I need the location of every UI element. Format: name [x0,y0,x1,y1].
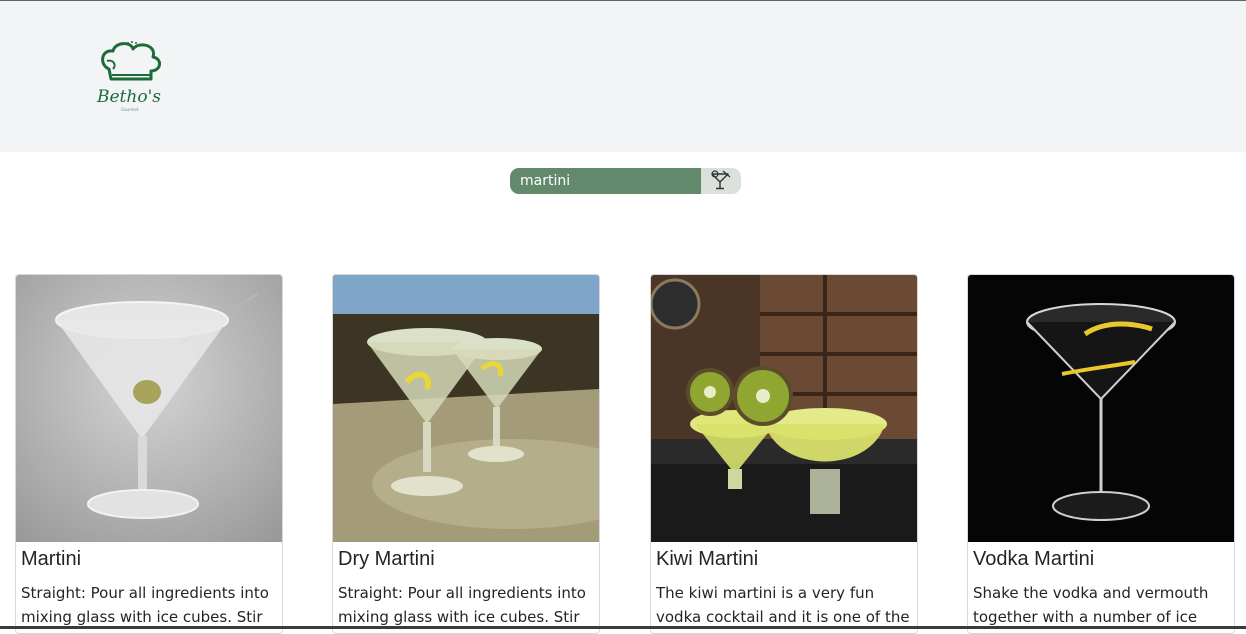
cocktail-image [968,275,1234,542]
cocktail-description: Shake the vodka and vermouth together wi… [973,584,1209,626]
logo-wordmark: Betho's [96,87,161,107]
cocktail-card[interactable]: Kiwi Martini The kiwi martini is a very … [650,274,918,634]
cocktail-card[interactable]: Vodka Martini Shake the vodka and vermou… [967,274,1235,634]
search-button[interactable] [701,168,741,194]
cocktail-title: Kiwi Martini [656,548,759,570]
cocktail-title: Dry Martini [338,548,435,570]
cocktail-image [333,275,599,542]
cocktail-glass-icon [710,169,732,194]
cocktail-title: Vodka Martini [973,548,1095,570]
cocktail-title: Martini [21,548,82,570]
cocktail-card[interactable]: Martini Straight: Pour all ingredients i… [15,274,283,634]
cocktail-image [16,275,282,542]
cocktail-image [651,275,917,542]
site-header: Betho's Gourmet [0,1,1246,152]
search-bar [510,168,741,194]
search-input[interactable] [510,168,701,194]
brand-logo[interactable]: Betho's Gourmet [95,39,167,115]
cocktail-card[interactable]: Dry Martini Straight: Pour all ingredien… [332,274,600,634]
logo-subtext: Gourmet [121,107,139,112]
